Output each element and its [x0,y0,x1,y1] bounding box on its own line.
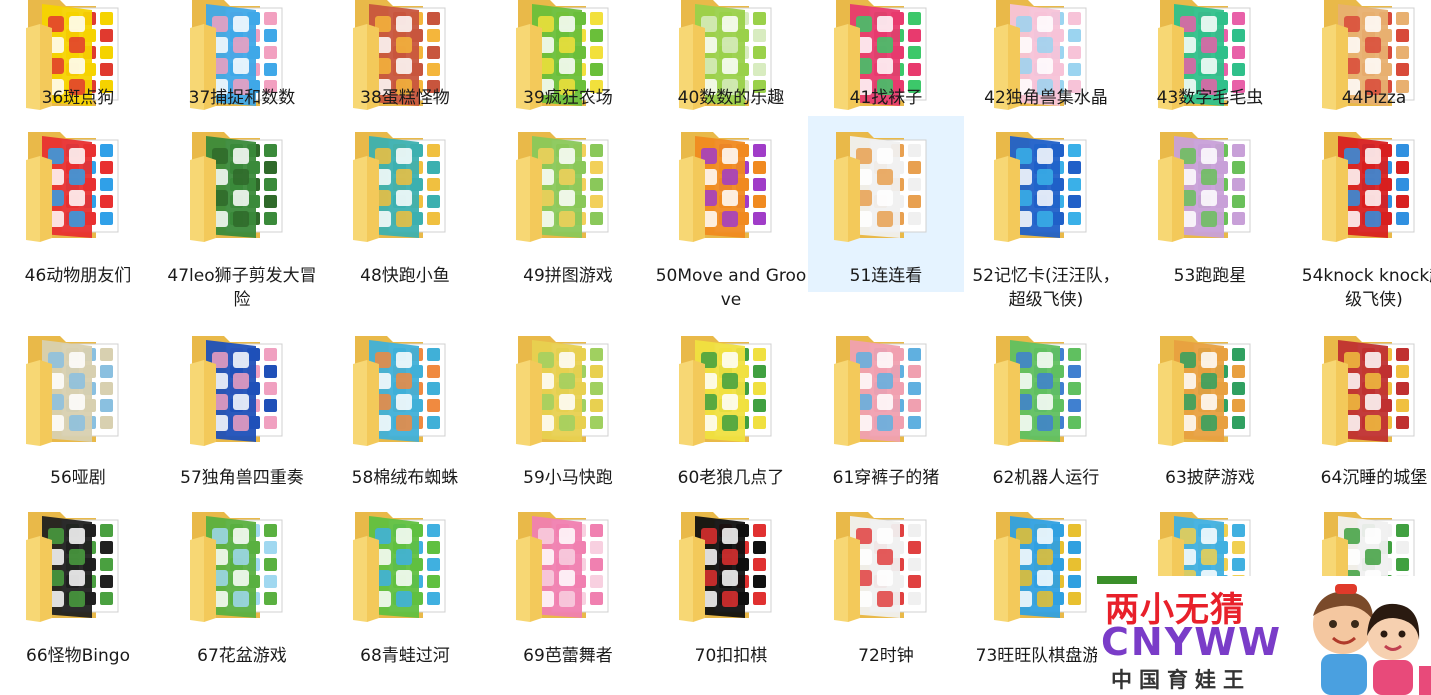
folder-label: 68青蛙过河 [360,646,450,666]
folder-item[interactable]: 37捕捉和数数 [164,0,320,112]
folder-item[interactable]: 59小马快跑 [490,320,646,496]
folder-icon [990,126,1102,244]
folder-label: 53跑跑星 [1173,266,1247,286]
folder-item[interactable]: 66怪物Bingo [0,496,156,695]
folder-icon [186,330,298,448]
folder-item[interactable]: 46动物朋友们 [0,116,156,292]
folder-item[interactable]: 53跑跑星 [1132,116,1288,292]
folder-item[interactable]: 51连连看 [808,116,964,292]
folder-item[interactable]: 70扣扣棋 [653,496,809,695]
folder-item[interactable]: 36斑点狗 [0,0,156,112]
folder-item[interactable]: 41找袜子 [808,0,964,112]
folder-label: 46动物朋友们 [24,266,132,286]
folder-item[interactable]: 60老狼几点了 [653,320,809,496]
folder-label: 63披萨游戏 [1165,468,1255,488]
folder-item[interactable]: 58棉绒布蜘蛛 [327,320,483,496]
folder-label: 72时钟 [858,646,914,666]
folder-item[interactable]: 54knock knock超级飞侠) [1296,116,1431,310]
folder-icon [512,330,624,448]
folder-icon [349,506,461,624]
folder-item[interactable]: 57独角兽四重奏 [164,320,320,496]
folder-icon [830,126,942,244]
folder-icon [675,330,787,448]
folder-icon [349,330,461,448]
folder-icon [512,506,624,624]
folder-item[interactable]: 38蛋糕怪物 [327,0,483,112]
folder-item[interactable]: 63披萨游戏 [1132,320,1288,496]
folder-label: 69芭蕾舞者 [523,646,613,666]
folder-label: 38蛋糕怪物 [360,88,450,108]
folder-label: 64沉睡的城堡 [1320,468,1428,488]
folder-label: 61穿裤子的猪 [832,468,940,488]
folder-icon [675,506,787,624]
folder-label: 39疯狂农场 [523,88,613,108]
folder-label: 62机器人运行 [992,468,1100,488]
folder-label: 43数字毛毛虫 [1156,88,1264,108]
folder-icon [512,126,624,244]
folder-item[interactable]: 40数数的乐趣 [653,0,809,112]
folder-item[interactable]: 48快跑小鱼 [327,116,483,292]
folder-icon [186,126,298,244]
folder-label: 60老狼几点了 [677,468,785,488]
folder-label: 51连连看 [849,266,923,286]
folder-icon [22,330,134,448]
folder-icon [675,126,787,244]
folder-item[interactable]: 39疯狂农场 [490,0,646,112]
folder-label: 57独角兽四重奏 [180,468,304,488]
folder-icon [22,506,134,624]
folder-label: 50Move and Groove [655,266,807,310]
watermark-subtitle: 中国育娃王 [1111,668,1251,692]
folder-label: 56哑剧 [50,468,106,488]
folder-icon [186,506,298,624]
folder-icon [22,126,134,244]
folder-label: 48快跑小鱼 [360,266,450,286]
folder-item[interactable]: 67花盆游戏 [164,496,320,695]
folder-item[interactable]: 49拼图游戏 [490,116,646,292]
folder-label: 42独角兽集水晶 [984,88,1108,108]
folder-label: 58棉绒布蜘蛛 [351,468,459,488]
watermark-logo: 两小无猜 CNYWW 中国育娃王 [1097,576,1431,695]
folder-item[interactable]: 68青蛙过河 [327,496,483,695]
folder-icon [1318,330,1430,448]
kids-illustration-icon [1313,584,1431,695]
folder-icon [990,330,1102,448]
folder-item[interactable]: 44Pizza [1296,0,1431,112]
folder-label: 59小马快跑 [523,468,613,488]
folder-item[interactable]: 42独角兽集水晶 [968,0,1124,112]
folder-label: 52记忆卡(汪汪队，超级飞侠) [972,266,1120,310]
folder-icon [1154,126,1266,244]
folder-item[interactable]: 47leo狮子剪发大冒险 [164,116,320,310]
folder-item[interactable]: 50Move and Groove [653,116,809,310]
folder-label: 40数数的乐趣 [677,88,785,108]
folder-label: 66怪物Bingo [26,646,130,666]
folder-item[interactable]: 56哑剧 [0,320,156,496]
folder-item[interactable]: 64沉睡的城堡 [1296,320,1431,496]
folder-item[interactable]: 61穿裤子的猪 [808,320,964,496]
folder-item[interactable]: 69芭蕾舞者 [490,496,646,695]
watermark-brand: CNYWW [1101,620,1283,664]
folder-label: 70扣扣棋 [694,646,768,666]
folder-icon [830,330,942,448]
folder-icon [1154,330,1266,448]
folder-icon [1318,126,1430,244]
folder-label: 47leo狮子剪发大冒险 [167,266,317,310]
folder-item[interactable]: 72时钟 [808,496,964,695]
folder-item[interactable]: 43数字毛毛虫 [1132,0,1288,112]
folder-icon [830,506,942,624]
folder-label: 49拼图游戏 [523,266,613,286]
folder-label: 67花盆游戏 [197,646,287,666]
folder-label: 36斑点狗 [41,88,115,108]
folder-label: 41找袜子 [849,88,923,108]
folder-label: 37捕捉和数数 [188,88,296,108]
folder-label: 44Pizza [1341,88,1407,108]
folder-label: 54knock knock超级飞侠) [1301,266,1431,310]
folder-item[interactable]: 52记忆卡(汪汪队，超级飞侠) [968,116,1124,310]
folder-item[interactable]: 62机器人运行 [968,320,1124,496]
folder-icon [349,126,461,244]
folder-icon [990,506,1102,624]
